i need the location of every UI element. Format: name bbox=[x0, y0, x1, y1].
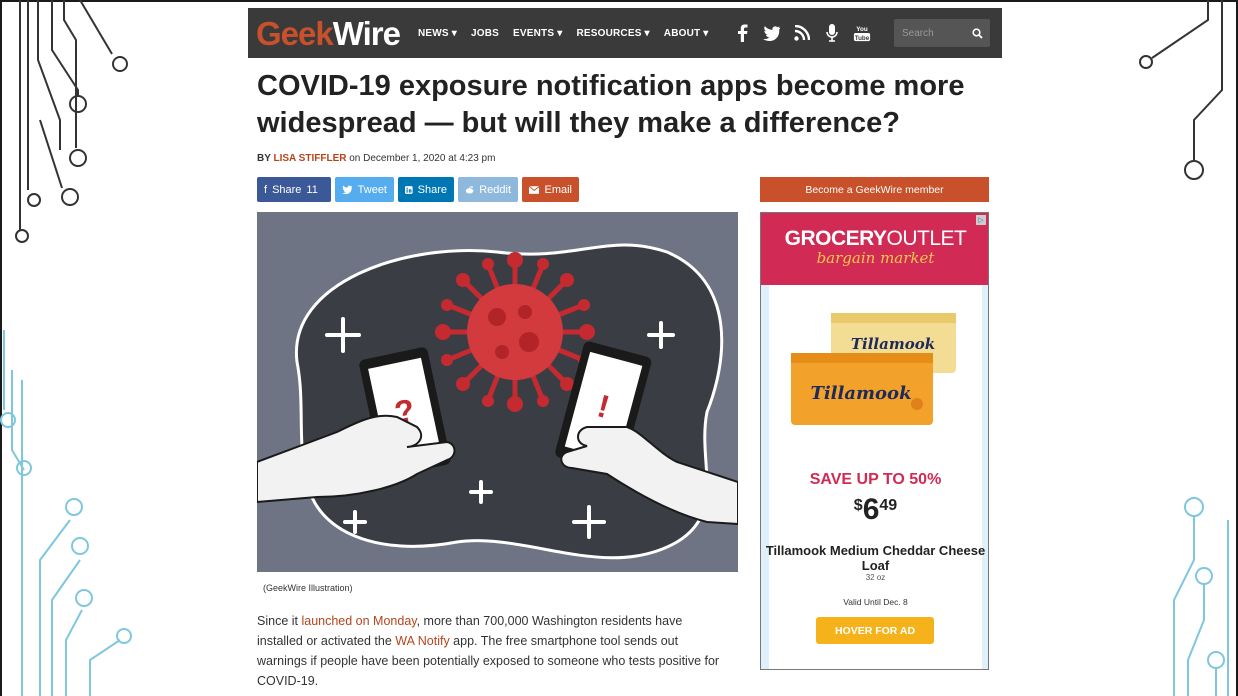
ad-valid-until: Valid Until Dec. 8 bbox=[843, 597, 908, 607]
ad-brand-logo: GROCERYOUTLET bbox=[761, 227, 988, 251]
tweet-label: Tweet bbox=[357, 183, 387, 196]
nav-item-jobs[interactable]: JOBS bbox=[471, 28, 499, 39]
price-currency: $ bbox=[853, 497, 863, 514]
nav-item-events[interactable]: EVENTS ▾ bbox=[513, 28, 562, 39]
facebook-share-icon: f bbox=[264, 183, 268, 196]
tweet-button[interactable]: Tweet bbox=[335, 177, 394, 202]
geekwire-logo[interactable]: GeekWire bbox=[256, 14, 401, 52]
reddit-icon bbox=[465, 185, 474, 194]
youtube-icon[interactable]: You Tube bbox=[853, 24, 871, 42]
search-box bbox=[894, 19, 990, 47]
reddit-share-button[interactable]: Reddit bbox=[458, 177, 518, 202]
article-headline: COVID-19 exposure notification apps beco… bbox=[257, 70, 965, 139]
svg-text:You: You bbox=[856, 26, 868, 33]
reddit-share-label: Reddit bbox=[479, 183, 511, 196]
email-share-button[interactable]: Email bbox=[522, 177, 579, 202]
price-dollars: 6 bbox=[862, 493, 880, 526]
ad-brand-light: OUTLET bbox=[886, 227, 967, 250]
nav-item-about[interactable]: ABOUT ▾ bbox=[664, 28, 709, 39]
byline-prefix: BY bbox=[257, 153, 274, 164]
social-links: You Tube bbox=[733, 24, 871, 42]
top-navbar: GeekWire NEWS ▾ JOBS EVENTS ▾ RESOURCES … bbox=[248, 8, 1002, 58]
grocery-outlet-ad[interactable]: GROCERYOUTLET bargain market ▷ Tillamook… bbox=[760, 212, 989, 670]
adchoices-icon[interactable]: ▷ bbox=[976, 215, 986, 225]
linkedin-icon bbox=[405, 185, 413, 194]
twitter-share-icon bbox=[342, 185, 353, 194]
virus-icon bbox=[435, 252, 595, 412]
author-link[interactable]: LISA STIFFLER bbox=[274, 153, 347, 164]
ad-product-size: 32 oz bbox=[865, 573, 886, 582]
linkedin-share-button[interactable]: Share bbox=[398, 177, 454, 202]
facebook-share-count: 11 bbox=[306, 183, 318, 196]
tillamook-label-front: Tillamook bbox=[810, 383, 911, 404]
rss-icon[interactable] bbox=[793, 24, 811, 42]
article-body-paragraph: Since it launched on Monday, more than 7… bbox=[257, 611, 727, 691]
price-cents: 49 bbox=[879, 497, 898, 514]
svg-text:Tube: Tube bbox=[854, 35, 869, 42]
email-share-label: Email bbox=[544, 183, 572, 196]
ad-tagline: bargain market bbox=[816, 249, 935, 267]
circuit-decoration-right bbox=[1139, 0, 1229, 696]
tillamook-label-back: Tillamook bbox=[851, 335, 935, 353]
nav-menu: NEWS ▾ JOBS EVENTS ▾ RESOURCES ▾ ABOUT ▾ bbox=[418, 28, 709, 39]
publish-date: on December 1, 2020 at 4:23 pm bbox=[346, 153, 496, 164]
linkedin-share-label: Share bbox=[417, 183, 447, 196]
nav-item-news[interactable]: NEWS ▾ bbox=[418, 28, 457, 39]
hover-for-ad-button[interactable]: HOVER FOR AD bbox=[816, 617, 934, 644]
cheese-product-image: Tillamook Tillamook bbox=[791, 313, 956, 425]
covid-hero-illustration: ? ! bbox=[257, 212, 738, 572]
body-text-1: Since it bbox=[257, 614, 302, 628]
become-member-button[interactable]: Become a GeekWire member bbox=[760, 177, 989, 202]
logo-geek-text: Geek bbox=[256, 14, 334, 52]
share-buttons: f Share 11 Tweet Share Reddit Email bbox=[257, 177, 579, 202]
launched-link[interactable]: launched on Monday bbox=[301, 614, 416, 628]
facebook-share-label: Share bbox=[272, 183, 302, 196]
ad-brand-bold: GROCERY bbox=[784, 227, 887, 250]
envelope-icon bbox=[529, 185, 540, 194]
image-caption: (GeekWire Illustration) bbox=[263, 583, 353, 593]
article-page: GeekWire NEWS ▾ JOBS EVENTS ▾ RESOURCES … bbox=[248, 8, 1002, 696]
ad-price: $649 bbox=[761, 493, 988, 527]
facebook-icon[interactable] bbox=[733, 24, 751, 42]
twitter-icon[interactable] bbox=[762, 24, 781, 42]
byline: BY LISA STIFFLER on December 1, 2020 at … bbox=[257, 153, 495, 164]
facebook-share-button[interactable]: f Share 11 bbox=[257, 177, 331, 202]
circuit-decoration-left bbox=[0, 0, 132, 696]
search-input[interactable] bbox=[894, 19, 966, 47]
search-icon[interactable] bbox=[966, 19, 988, 47]
ad-save-text: SAVE UP TO 50% bbox=[809, 471, 942, 488]
wa-notify-link[interactable]: WA Notify bbox=[395, 634, 449, 648]
nav-item-resources[interactable]: RESOURCES ▾ bbox=[576, 28, 649, 39]
ad-product-name: Tillamook Medium Cheddar Cheese Loaf bbox=[765, 543, 986, 573]
logo-wire-text: Wire bbox=[332, 14, 401, 52]
podcast-microphone-icon[interactable] bbox=[823, 24, 841, 42]
